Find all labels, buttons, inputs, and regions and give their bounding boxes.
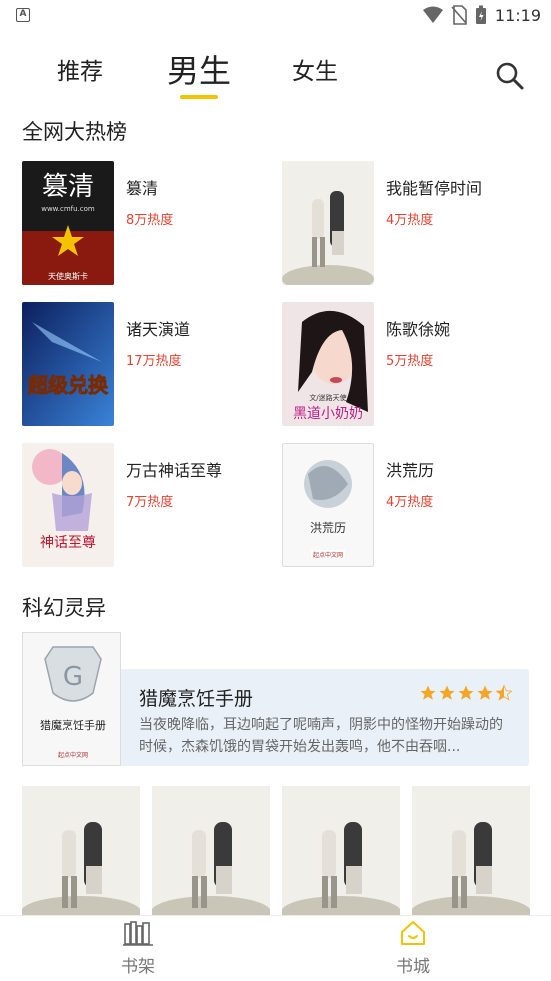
clock: 11:19 [494,5,541,25]
book-heat: 8万热度 [126,213,174,228]
svg-text:猎魔烹饪手册: 猎魔烹饪手册 [40,718,106,732]
book-name: 篡清 [126,179,159,198]
active-tab-indicator [180,95,218,99]
status-bar: A 11:19 [0,0,551,32]
book-cover: 洪荒历 起点中文网 [282,443,374,567]
book-heat: 4万热度 [386,213,434,228]
tab-male[interactable]: 男生 [167,46,231,92]
book-cover[interactable] [22,786,140,916]
hot-list-title: 全网大热榜 [22,120,127,144]
book-cover-row [22,786,530,916]
category-tabs: 推荐 男生 女生 [0,52,551,104]
search-icon [496,62,524,90]
svg-text:文/迷路天使: 文/迷路天使 [309,393,346,402]
wifi-icon [422,6,443,23]
svg-text:起点中文网: 起点中文网 [58,751,88,759]
book-cover: 篡清 www.cmfu.com 天使奥斯卡 [22,161,114,285]
book-name: 万古神话至尊 [126,461,223,480]
book-heat: 4万热度 [386,495,434,510]
book-cover: 神话至尊 [22,443,114,567]
svg-text:神话至尊: 神话至尊 [40,534,96,551]
nav-bookshelf-label: 书架 [121,957,155,977]
book-name: 陈歌徐婉 [386,320,451,339]
svg-text:黑道小奶奶: 黑道小奶奶 [293,406,363,422]
tab-recommend[interactable]: 推荐 [57,52,103,86]
featured-book-cover[interactable]: G 猎魔烹饪手册 起点中文网 [22,632,121,766]
book-name: 诸天演道 [126,320,191,339]
featured-book-title: 猎魔烹饪手册 [139,688,254,710]
svg-text:起点中文网: 起点中文网 [313,551,343,559]
status-icons: 11:19 [422,5,541,25]
search-button[interactable] [494,60,526,92]
star-icon [420,685,436,700]
bottom-navigation: 书架 书城 [0,915,551,981]
battery-icon [475,5,486,24]
app-notification-icon: A [16,8,30,22]
nav-bookshelf[interactable]: 书架 [98,920,178,977]
svg-text:天使奥斯卡: 天使奥斯卡 [48,271,88,281]
svg-text:超级兑换: 超级兑换 [27,373,109,397]
scifi-section-title: 科幻灵异 [22,596,106,620]
home-icon [401,921,425,945]
book-cover [282,161,374,285]
book-heat: 17万热度 [126,354,182,369]
book-cover[interactable] [282,786,400,916]
book-heat: 5万热度 [386,354,434,369]
rating-stars [419,684,513,702]
star-icon [458,685,474,700]
half-star-icon [495,684,513,701]
featured-book-description: 当夜晚降临，耳边响起了呢喃声，阴影中的怪物开始躁动的时候，杰森饥饿的胃袋开始发出… [139,717,503,755]
book-cover[interactable] [412,786,530,916]
book-item[interactable]: 洪荒历 起点中文网 洪荒历 4万热度 [282,443,542,567]
book-item[interactable]: 我能暂停时间 4万热度 [282,161,542,285]
no-sim-icon [451,5,467,25]
star-icon [439,685,455,700]
book-item[interactable]: 篡清 www.cmfu.com 天使奥斯卡 篡清 8万热度 [22,161,282,285]
book-name: 我能暂停时间 [386,179,483,198]
book-cover[interactable] [152,786,270,916]
svg-text:篡清: 篡清 [42,172,94,202]
book-item[interactable]: 超级兑换 诸天演道 17万热度 [22,302,282,426]
svg-text:洪荒历: 洪荒历 [310,521,346,535]
nav-bookstore-label: 书城 [396,957,430,977]
book-cover: 文/迷路天使 黑道小奶奶 [282,302,374,426]
tab-female[interactable]: 女生 [292,52,338,86]
svg-text:G: G [63,662,83,692]
svg-text:www.cmfu.com: www.cmfu.com [41,205,95,213]
star-icon [477,685,493,700]
book-heat: 7万热度 [126,495,174,510]
book-cover: 超级兑换 [22,302,114,426]
bookshelf-icon [123,921,153,946]
nav-bookstore[interactable]: 书城 [373,920,453,977]
book-item[interactable]: 神话至尊 万古神话至尊 7万热度 [22,443,282,567]
book-name: 洪荒历 [386,461,435,480]
book-item[interactable]: 文/迷路天使 黑道小奶奶 陈歌徐婉 5万热度 [282,302,542,426]
